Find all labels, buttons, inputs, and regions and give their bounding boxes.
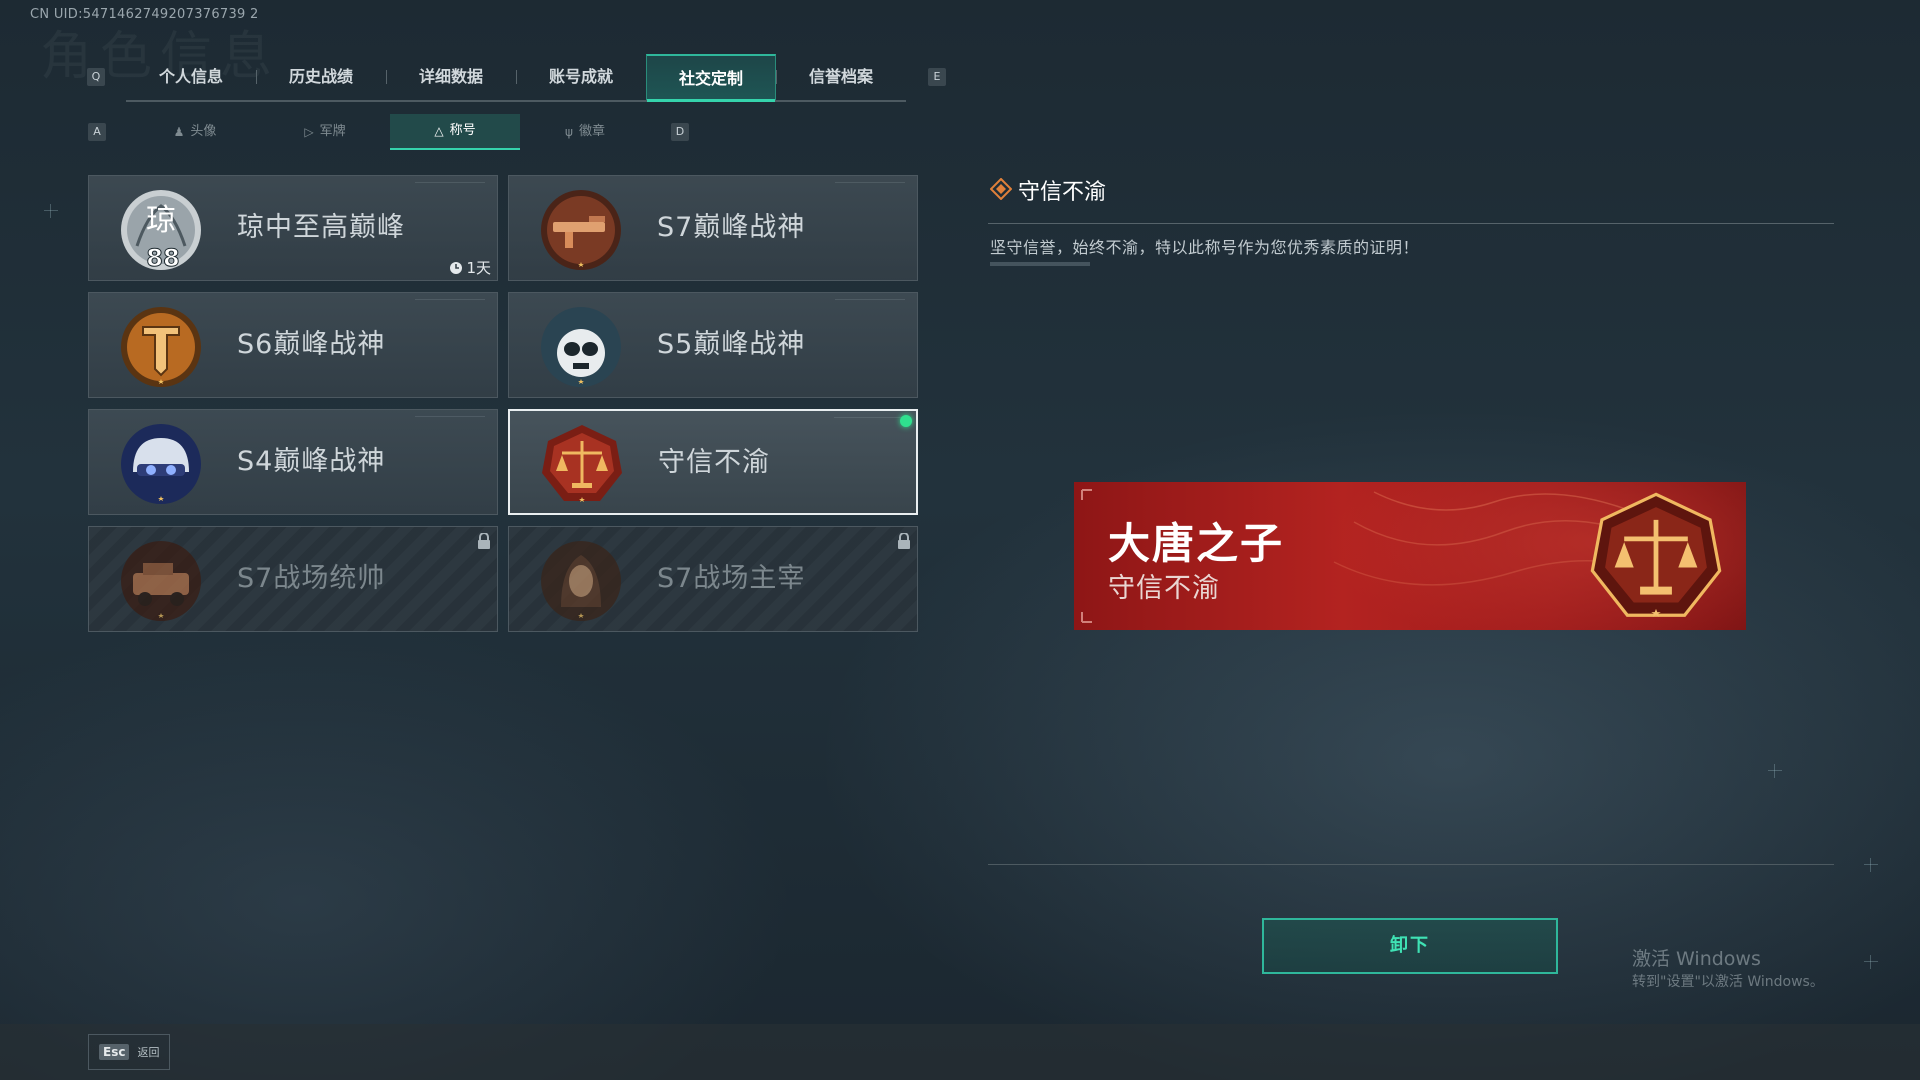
title-name: S5巅峰战神 (657, 329, 806, 360)
dogtag-icon: ▷ (304, 125, 314, 139)
svg-text:88: 88 (146, 244, 179, 272)
subtab-title[interactable]: △ 称号 (390, 114, 520, 150)
title-card-locked[interactable]: S7战场主宰 (508, 526, 918, 632)
subtab-label: 徽章 (578, 124, 605, 139)
subtab-badge[interactable]: ψ 徽章 (520, 114, 650, 150)
card-decoration (835, 299, 905, 306)
subtab-label: 头像 (190, 124, 217, 139)
card-decoration (415, 299, 485, 306)
s7-gun-emblem (541, 190, 621, 270)
subtab-avatar[interactable]: ♟ 头像 (130, 114, 260, 150)
scales-emblem (542, 425, 622, 502)
title-name: S7战场统帅 (237, 563, 386, 594)
tab-personal-info[interactable]: 个人信息 (126, 54, 256, 100)
detail-decoration (990, 262, 1090, 266)
detail-description: 坚守信誉，始终不渝，特以此称号作为您优秀素质的证明！ (990, 238, 1420, 257)
back-button[interactable]: Esc 返回 (88, 1034, 170, 1070)
title-name: S7战场主宰 (657, 563, 806, 594)
svg-text:琼: 琼 (146, 203, 176, 238)
detail-bottom-divider (988, 864, 1834, 865)
top-tab-bar: 个人信息 历史战绩 详细数据 账号成就 社交定制 信誉档案 (126, 54, 906, 102)
player-uid: CN UID:5471462749207376739 2 (30, 7, 259, 22)
title-card[interactable]: S7巅峰战神 (508, 175, 918, 281)
s4-helmet-emblem (121, 424, 201, 504)
tab-detailed-stats[interactable]: 详细数据 (386, 54, 516, 100)
title-name: 琼中至高巅峰 (237, 212, 405, 243)
title-banner-preview: 大唐之子 守信不渝 (1074, 482, 1746, 630)
tab-achievements[interactable]: 账号成就 (516, 54, 646, 100)
title-card[interactable]: S4巅峰战神 (88, 409, 498, 515)
person-icon: ♟ (173, 125, 185, 139)
lock-icon (898, 533, 910, 549)
subtab-label: 军牌 (319, 124, 346, 139)
diamond-icon (990, 178, 1012, 200)
decor-crosshair (1864, 955, 1878, 969)
card-decoration (415, 182, 485, 189)
title-name: S7巅峰战神 (657, 212, 806, 243)
sub-tab-bar: ♟ 头像 ▷ 军牌 △ 称号 ψ 徽章 (130, 114, 650, 150)
key-hint-prev-subtab: A (88, 123, 106, 141)
detail-title: 守信不渝 (1018, 180, 1107, 205)
title-name: 守信不渝 (658, 447, 770, 478)
windows-activation-hint: 转到"设置"以激活 Windows。 (1632, 974, 1824, 990)
badge-icon: ψ (565, 125, 573, 139)
banner-player-name: 大唐之子 (1108, 519, 1285, 568)
equipped-indicator (900, 415, 912, 427)
timer-value: 1天 (466, 259, 491, 277)
subtab-label: 称号 (449, 123, 476, 138)
title-name: S6巅峰战神 (237, 329, 386, 360)
clock-icon (450, 261, 463, 274)
hainan-88-emblem: 琼 88 (121, 190, 201, 273)
footer-bar (0, 1024, 1920, 1080)
detail-divider (988, 223, 1834, 224)
s7-warrior-emblem (541, 541, 621, 621)
title-name: S4巅峰战神 (237, 446, 386, 477)
scales-emblem (1590, 492, 1722, 617)
card-decoration (415, 416, 485, 423)
card-decoration (835, 182, 905, 189)
windows-activation-watermark: 激活 Windows (1632, 948, 1761, 970)
decor-crosshair (44, 204, 58, 218)
title-card[interactable]: S5巅峰战神 (508, 292, 918, 398)
title-card-selected[interactable]: 守信不渝 (508, 409, 918, 515)
title-icon: △ (434, 124, 444, 138)
tab-match-history[interactable]: 历史战绩 (256, 54, 386, 100)
tab-credit-profile[interactable]: 信誉档案 (776, 54, 906, 100)
key-hint-prev-tab: Q (87, 68, 105, 86)
expiry-timer: 1天 (449, 257, 491, 278)
decor-crosshair (1768, 764, 1782, 778)
title-card-locked[interactable]: S7战场统帅 (88, 526, 498, 632)
key-hint-next-subtab: D (671, 123, 689, 141)
subtab-dogtag[interactable]: ▷ 军牌 (260, 114, 390, 150)
title-card[interactable]: 琼 88 琼中至高巅峰 1天 (88, 175, 498, 281)
esc-key-hint: Esc (99, 1044, 130, 1060)
title-card[interactable]: S6巅峰战神 (88, 292, 498, 398)
card-decoration (834, 417, 904, 424)
unequip-button[interactable]: 卸下 (1262, 918, 1558, 974)
lock-icon (478, 533, 490, 549)
tab-social-custom[interactable]: 社交定制 (646, 54, 776, 102)
banner-title: 守信不渝 (1108, 573, 1220, 604)
s7-vehicle-emblem (121, 541, 201, 621)
back-label: 返回 (137, 1046, 160, 1059)
decor-crosshair (1864, 858, 1878, 872)
key-hint-next-tab: E (928, 68, 946, 86)
s5-skull-emblem (541, 307, 621, 387)
s6-shield-emblem (121, 307, 201, 387)
